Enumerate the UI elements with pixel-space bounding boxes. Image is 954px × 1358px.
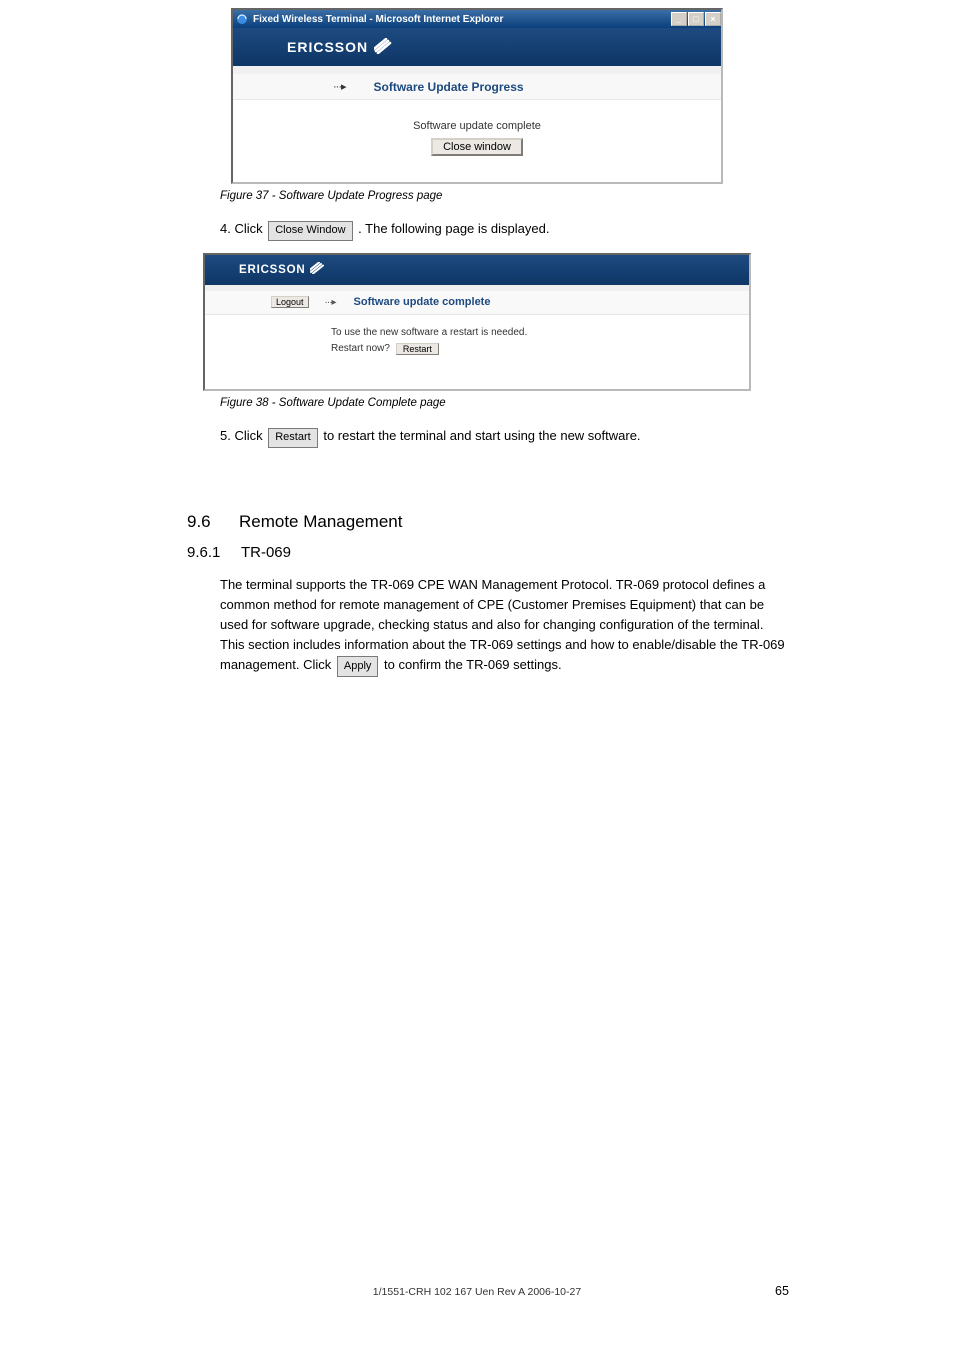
ericsson-logo-text-2: ERICSSON xyxy=(239,264,305,276)
window-title: Fixed Wireless Terminal - Microsoft Inte… xyxy=(253,14,670,25)
sub-title: Software Update Progress xyxy=(374,80,524,94)
ericsson-header-bar-2: ERICSSON xyxy=(205,255,749,285)
footer-id: 1/1551-CRH 102 167 Uen Rev A 2006-10-27 xyxy=(0,1286,954,1298)
restart-button[interactable]: Restart xyxy=(396,343,439,355)
arrow-icon-2: ···▸ xyxy=(325,297,336,308)
ericsson-logo-text: ERICSSON xyxy=(287,39,368,55)
logout-button[interactable]: Logout xyxy=(271,296,309,308)
restart-message: To use the new software a restart is nee… xyxy=(331,327,749,338)
sub-section-heading: 9.6.1 TR-069 xyxy=(187,544,954,561)
status-message: Software update complete xyxy=(233,120,721,132)
sub-header-2: Logout ···▸ Software update complete xyxy=(205,291,749,315)
restart-question: Restart now? xyxy=(331,343,390,354)
sub-header: ···▸ Software Update Progress xyxy=(233,74,721,100)
minimize-button[interactable]: _ xyxy=(671,12,687,26)
ericsson-logo-2: ERICSSON xyxy=(239,262,324,277)
screenshot-window-1: Fixed Wireless Terminal - Microsoft Inte… xyxy=(231,8,723,184)
window-titlebar: Fixed Wireless Terminal - Microsoft Inte… xyxy=(233,10,721,28)
close-window-inline-button: Close Window xyxy=(268,221,352,241)
close-button[interactable]: × xyxy=(705,12,721,26)
restart-body: To use the new software a restart is nee… xyxy=(205,315,749,389)
arrow-icon: ···▸ xyxy=(333,80,346,93)
page-number: 65 xyxy=(775,1284,789,1298)
ericsson-bars-icon-2 xyxy=(310,262,324,277)
step-4-text: 4. Click Close Window . The following pa… xyxy=(220,220,734,241)
body-paragraph: The terminal supports the TR-069 CPE WAN… xyxy=(220,575,789,678)
sub-title-2: Software update complete xyxy=(354,296,491,308)
ericsson-header-bar: ERICSSON xyxy=(233,28,721,66)
ericsson-logo: ERICSSON xyxy=(287,38,392,57)
apply-inline-button: Apply xyxy=(337,656,379,677)
ie-icon xyxy=(235,12,249,26)
figure-caption-2: Figure 38 - Software Update Complete pag… xyxy=(220,397,954,409)
screenshot-window-2: ERICSSON Logout ···▸ Software update com… xyxy=(203,253,751,391)
step-5-text: 5. Click Restart to restart the terminal… xyxy=(220,427,734,448)
figure-caption-1: Figure 37 - Software Update Progress pag… xyxy=(220,190,954,202)
maximize-button[interactable]: □ xyxy=(688,12,704,26)
close-window-button[interactable]: Close window xyxy=(431,138,523,156)
ericsson-bars-icon xyxy=(374,38,392,57)
progress-body: Software update complete Close window xyxy=(233,100,721,182)
restart-inline-button: Restart xyxy=(268,428,317,448)
section-heading: 9.6 Remote Management xyxy=(187,512,954,532)
